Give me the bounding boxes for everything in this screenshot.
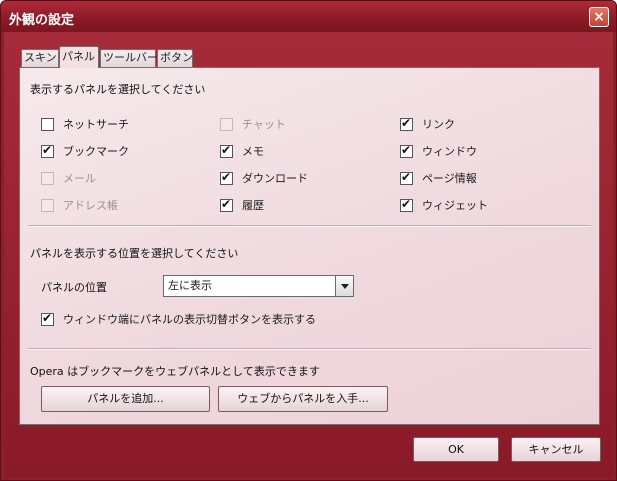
checkbox-box: [41, 171, 54, 185]
toggle-button-label: ウィンドウ端にパネルの表示切替ボタンを表示する: [63, 313, 316, 326]
checkbox-box[interactable]: [220, 197, 233, 212]
panel-checkbox[interactable]: 履歴: [220, 197, 264, 213]
checkbox-box: [41, 198, 54, 212]
panel-checkbox: メール: [41, 170, 96, 186]
panel-checkbox-label: リンク: [422, 118, 455, 131]
panel-checkbox[interactable]: ウィジェット: [400, 197, 488, 213]
separator: [28, 348, 591, 350]
checkbox-box[interactable]: [400, 143, 413, 158]
get-panels-button[interactable]: ウェブからパネルを入手...: [218, 386, 388, 412]
position-label: パネルの位置: [41, 281, 107, 294]
cancel-button[interactable]: キャンセル: [511, 437, 601, 462]
separator: [28, 225, 591, 227]
panel-checkbox-label: 履歴: [242, 199, 264, 212]
tab-panels[interactable]: パネル: [59, 46, 99, 68]
panel-checkbox-label: ブックマーク: [63, 145, 129, 158]
dialog-body: スキン パネル ツールバー ボタン 表示するパネルを選択してください ネットサー…: [4, 32, 613, 478]
add-panel-button[interactable]: パネルを追加...: [41, 386, 210, 412]
panels-heading: 表示するパネルを選択してください: [30, 83, 206, 96]
panel-checkbox[interactable]: ページ情報: [400, 170, 477, 186]
web-panel-info: Opera はブックマークをウェブパネルとして表示できます: [30, 365, 320, 378]
checkbox-box[interactable]: [400, 170, 413, 185]
panels-tab-content: 表示するパネルを選択してください ネットサーチチャットリンクブックマークメモウィ…: [19, 67, 600, 425]
panel-checkbox-label: メモ: [242, 145, 264, 158]
panel-checkbox-label: ページ情報: [422, 172, 477, 185]
toggle-button-checkbox[interactable]: ウィンドウ端にパネルの表示切替ボタンを表示する: [41, 311, 316, 327]
close-button[interactable]: ×: [589, 7, 609, 27]
checkbox-box[interactable]: [220, 143, 233, 158]
checkbox-box[interactable]: [41, 311, 54, 326]
title-bar[interactable]: 外観の設定 ×: [1, 1, 616, 32]
checkbox-box[interactable]: [41, 143, 54, 158]
checkbox-box: [220, 117, 233, 131]
tab-toolbar[interactable]: ツールバー: [100, 49, 158, 67]
checkbox-box[interactable]: [41, 117, 54, 131]
panel-checkbox-label: ネットサーチ: [63, 118, 129, 131]
panel-position-value: 左に表示: [168, 279, 212, 292]
panel-checkbox-label: ウィジェット: [422, 199, 488, 212]
dropdown-arrow-icon[interactable]: [335, 276, 353, 296]
panel-checkbox-label: チャット: [242, 118, 286, 131]
panel-checkbox[interactable]: ネットサーチ: [41, 116, 129, 132]
panel-checkbox[interactable]: ブックマーク: [41, 143, 129, 159]
panel-checkbox-label: アドレス帳: [63, 199, 118, 212]
panel-checkbox[interactable]: リンク: [400, 116, 455, 132]
ok-button[interactable]: OK: [413, 437, 499, 462]
checkbox-box[interactable]: [400, 116, 413, 131]
tab-skin[interactable]: スキン: [21, 49, 59, 67]
panel-checkbox-label: ウィンドウ: [422, 145, 477, 158]
panel-position-select[interactable]: 左に表示: [163, 275, 354, 297]
tab-buttons[interactable]: ボタン: [157, 49, 193, 67]
checkbox-box[interactable]: [220, 170, 233, 185]
dialog-title: 外観の設定: [9, 13, 75, 28]
panel-checkbox: チャット: [220, 116, 286, 132]
panel-checkbox[interactable]: メモ: [220, 143, 264, 159]
panel-checkbox[interactable]: ウィンドウ: [400, 143, 477, 159]
position-heading: パネルを表示する位置を選択してください: [30, 247, 239, 260]
panel-checkbox[interactable]: ダウンロード: [220, 170, 308, 186]
checkbox-box[interactable]: [400, 197, 413, 212]
panel-checkbox: アドレス帳: [41, 197, 118, 213]
panel-checkbox-label: メール: [63, 172, 96, 185]
appearance-dialog: 外観の設定 × スキン パネル ツールバー ボタン 表示するパネルを選択してくだ…: [0, 0, 617, 481]
panel-checkbox-label: ダウンロード: [242, 172, 308, 185]
